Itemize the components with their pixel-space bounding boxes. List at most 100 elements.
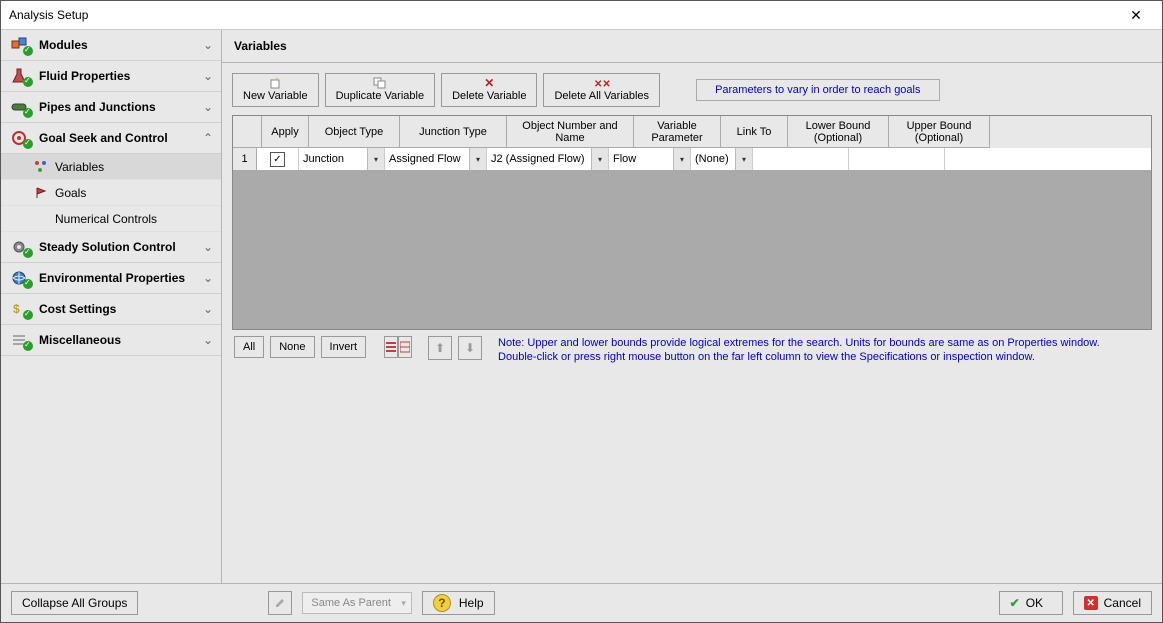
col-varparam[interactable]: Variable Parameter [634, 116, 721, 148]
button-label: Duplicate Variable [336, 90, 424, 102]
dropdown-icon[interactable]: ▾ [469, 148, 486, 170]
grid-header: Apply Object Type Junction Type Object N… [233, 116, 1151, 148]
sidebar-item-steady[interactable]: Steady Solution Control ⌄ [1, 232, 221, 263]
col-lower[interactable]: Lower Bound (Optional) [788, 116, 889, 148]
blank-icon [33, 211, 49, 227]
sidebar-item-label: Miscellaneous [39, 333, 195, 347]
objnum-cell[interactable]: J2 (Assigned Flow) ▾ [487, 148, 609, 170]
row-number[interactable]: 1 [233, 148, 257, 170]
col-apply[interactable]: Apply [262, 116, 309, 148]
dropdown-icon[interactable]: ▾ [673, 148, 690, 170]
button-label: Collapse All Groups [22, 596, 127, 610]
cell-value: Junction [303, 153, 344, 165]
list-icon [9, 331, 31, 349]
button-label: OK [1026, 596, 1043, 610]
delete-all-button[interactable]: ✕✕ Delete All Variables [543, 73, 660, 107]
dropdown-icon[interactable]: ▾ [367, 148, 384, 170]
sidebar-item-label: Cost Settings [39, 302, 195, 316]
chevron-down-icon: ⌄ [203, 38, 213, 52]
window-title: Analysis Setup [9, 8, 1118, 22]
col-objtype[interactable]: Object Type [309, 116, 400, 148]
col-objnum[interactable]: Object Number and Name [507, 116, 634, 148]
row-style-a-icon[interactable] [384, 336, 398, 358]
button-label: Help [459, 596, 484, 610]
col-upper[interactable]: Upper Bound (Optional) [889, 116, 990, 148]
titlebar: Analysis Setup ✕ [1, 1, 1162, 30]
varparam-cell[interactable]: Flow▾ [609, 148, 691, 170]
ok-check-icon: ✔ [1010, 596, 1020, 610]
row-style-toggle[interactable] [384, 336, 412, 358]
cancel-button[interactable]: ✕ Cancel [1073, 591, 1152, 615]
select-none-button[interactable]: None [270, 336, 314, 358]
note-line: Note: Upper and lower bounds provide log… [498, 336, 1100, 350]
sidebar-item-label: Fluid Properties [39, 69, 195, 83]
goals-icon [33, 185, 49, 201]
close-button[interactable]: ✕ [1118, 7, 1154, 24]
upper-cell[interactable] [849, 148, 945, 170]
sidebar-sub-goals[interactable]: Goals [1, 180, 221, 206]
apply-cell[interactable]: ✓ [257, 148, 299, 170]
dropdown-icon[interactable]: ▾ [735, 148, 752, 170]
body: Modules ⌄ Fluid Properties ⌄ Pipes and J… [1, 30, 1162, 583]
button-label: Cancel [1104, 596, 1141, 610]
delete-icon: ✕ [484, 76, 494, 90]
ok-button[interactable]: ✔ OK [999, 591, 1063, 615]
row-style-b-icon[interactable] [398, 336, 412, 358]
chevron-down-icon: ⌄ [203, 302, 213, 316]
edit-icon-button [268, 591, 292, 615]
flask-icon [9, 67, 31, 85]
svg-text:$: $ [13, 302, 20, 316]
chevron-down-icon: ⌄ [203, 69, 213, 83]
grid-empty-area [233, 170, 1151, 329]
select-all-button[interactable]: All [234, 336, 264, 358]
invert-button[interactable]: Invert [321, 336, 367, 358]
apply-checkbox[interactable]: ✓ [270, 152, 285, 167]
grid-row[interactable]: 1 ✓ Junction ▾ Assigned Flow▾ J2 (Assigne… [233, 148, 1151, 170]
sidebar-item-modules[interactable]: Modules ⌄ [1, 30, 221, 61]
bounds-note: Note: Upper and lower bounds provide log… [498, 336, 1100, 364]
sidebar-item-env[interactable]: Environmental Properties ⌄ [1, 263, 221, 294]
col-jtype[interactable]: Junction Type [400, 116, 507, 148]
sidebar: Modules ⌄ Fluid Properties ⌄ Pipes and J… [1, 30, 222, 583]
cancel-x-icon: ✕ [1084, 596, 1098, 610]
col-linkto[interactable]: Link To [721, 116, 788, 148]
collapse-all-button[interactable]: Collapse All Groups [11, 591, 138, 615]
sidebar-item-pipes[interactable]: Pipes and Junctions ⌄ [1, 92, 221, 123]
pipe-icon [9, 98, 31, 116]
linkto-cell[interactable]: (None) ▾ [691, 148, 753, 170]
variables-icon [33, 159, 49, 175]
sidebar-sub-variables[interactable]: Variables [1, 154, 221, 180]
chevron-down-icon: ⌄ [203, 333, 213, 347]
note-line: Double-click or press right mouse button… [498, 350, 1100, 364]
chevron-down-icon: ⌄ [203, 100, 213, 114]
new-variable-button[interactable]: New Variable [232, 73, 319, 107]
analysis-setup-window: Analysis Setup ✕ Modules ⌄ Fluid Propert… [0, 0, 1163, 623]
cell-value: (None) [695, 153, 729, 165]
gear-icon [9, 238, 31, 256]
cell-value: J2 (Assigned Flow) [491, 153, 585, 165]
jtype-cell[interactable]: Assigned Flow▾ [385, 148, 487, 170]
footer: Collapse All Groups Same As Parent ? Hel… [1, 583, 1162, 622]
toolbar: New Variable Duplicate Variable ✕ Delete… [232, 73, 1152, 107]
lower-cell[interactable] [753, 148, 849, 170]
objtype-cell[interactable]: Junction ▾ [299, 148, 385, 170]
move-down-button[interactable]: ⬇ [458, 336, 482, 360]
duplicate-icon [373, 76, 387, 90]
move-up-button[interactable]: ⬆ [428, 336, 452, 360]
sidebar-item-fluid[interactable]: Fluid Properties ⌄ [1, 61, 221, 92]
sidebar-sub-numerical[interactable]: Numerical Controls [1, 206, 221, 232]
sidebar-item-goal-seek[interactable]: Goal Seek and Control ⌃ [1, 123, 221, 154]
new-icon [268, 76, 282, 90]
sidebar-item-cost[interactable]: $ Cost Settings ⌄ [1, 294, 221, 325]
modules-icon [9, 36, 31, 54]
help-button[interactable]: ? Help [422, 591, 495, 615]
delete-variable-button[interactable]: ✕ Delete Variable [441, 73, 537, 107]
duplicate-variable-button[interactable]: Duplicate Variable [325, 73, 435, 107]
sidebar-item-misc[interactable]: Miscellaneous ⌄ [1, 325, 221, 356]
dropdown-icon[interactable]: ▾ [591, 148, 608, 170]
button-label: New Variable [243, 90, 308, 102]
help-icon: ? [433, 594, 451, 612]
parameters-note: Parameters to vary in order to reach goa… [696, 79, 939, 101]
sidebar-item-label: Pipes and Junctions [39, 100, 195, 114]
dropdown-label: Same As Parent [311, 597, 391, 609]
